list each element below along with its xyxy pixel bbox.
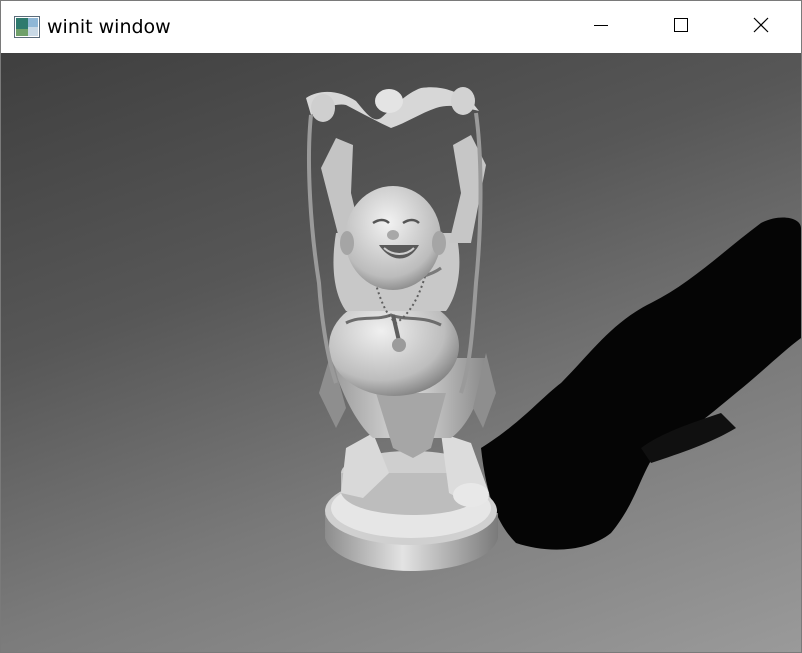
maximize-button[interactable] — [641, 1, 721, 53]
minimize-icon — [593, 17, 609, 37]
render-viewport[interactable] — [1, 53, 801, 652]
app-icon — [14, 16, 40, 38]
minimize-button[interactable] — [561, 1, 641, 53]
maximize-icon — [673, 17, 689, 37]
close-button[interactable] — [721, 1, 801, 53]
title-bar[interactable]: winit window — [1, 1, 801, 53]
window-title: winit window — [47, 16, 171, 38]
scene-canvas — [306, 87, 801, 571]
close-icon — [753, 17, 769, 37]
app-window: winit window — [0, 0, 802, 653]
cast-shadow — [481, 217, 801, 550]
